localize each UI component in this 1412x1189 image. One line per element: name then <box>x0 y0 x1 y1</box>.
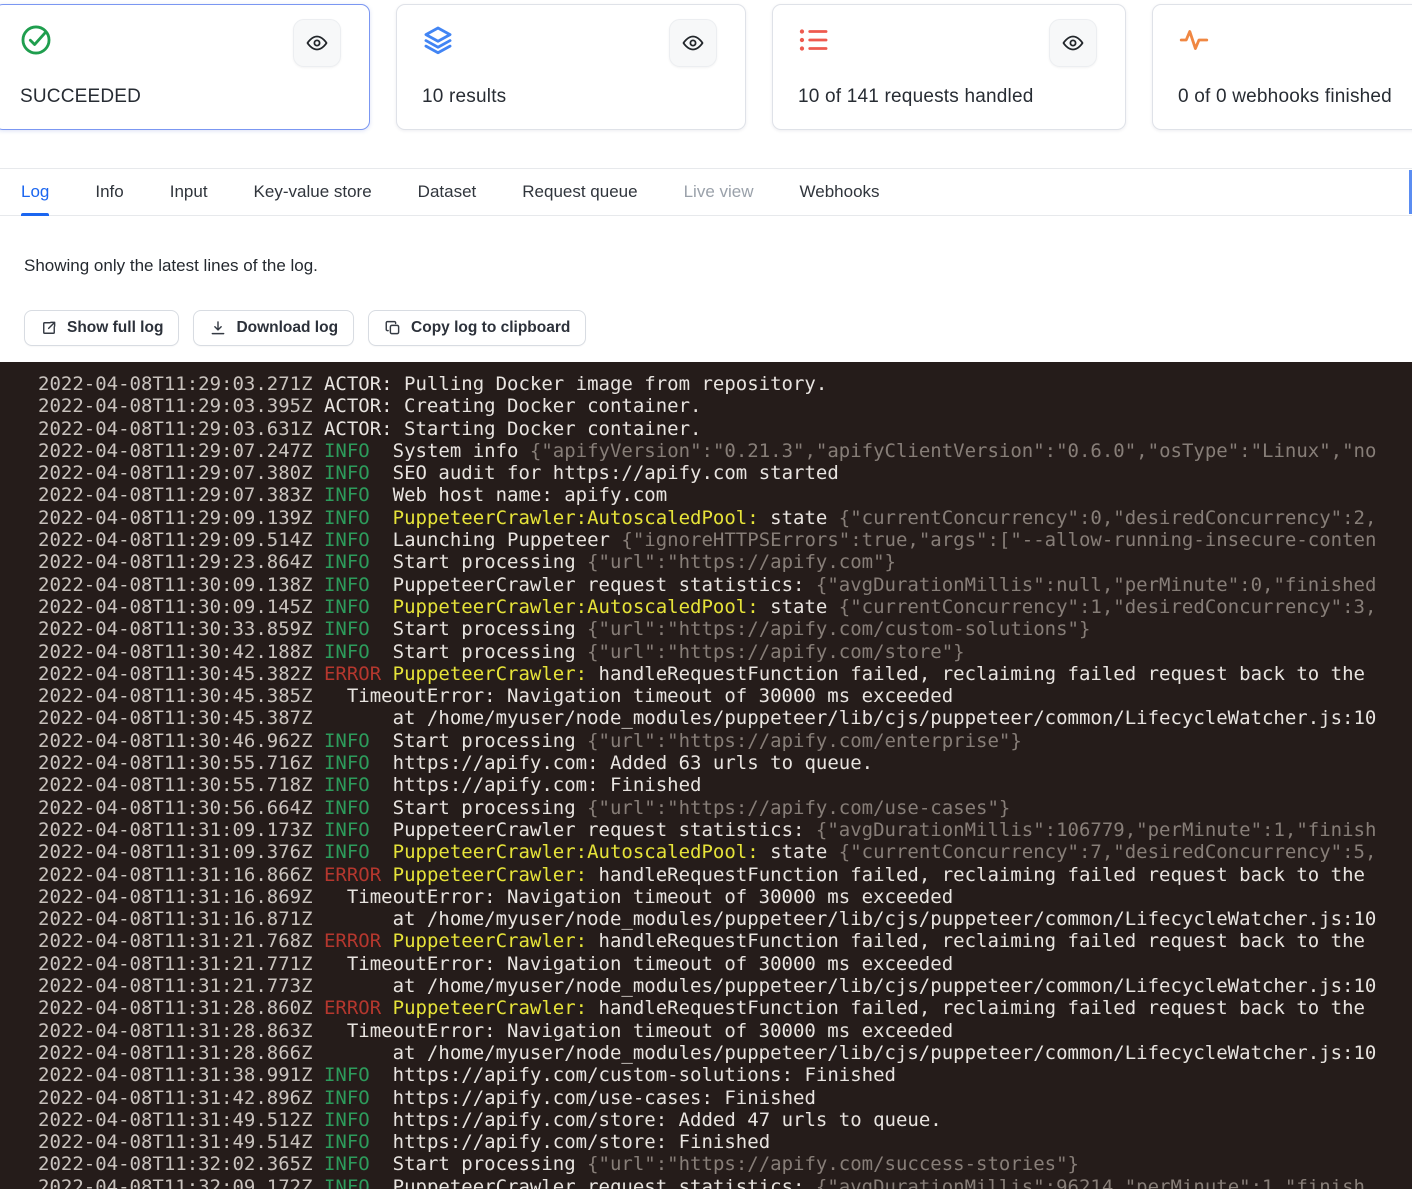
eye-icon <box>1061 31 1085 55</box>
external-link-icon <box>40 319 58 337</box>
tab-info[interactable]: Info <box>95 169 123 215</box>
log-line: 2022-04-08T11:30:45.385Z TimeoutError: N… <box>38 685 1412 707</box>
stat-card-10-of-141-requests-handled[interactable]: 10 of 141 requests handled <box>772 4 1126 130</box>
log-line: 2022-04-08T11:30:45.387Z at /home/myuser… <box>38 707 1412 729</box>
run-stat-cards: SUCCEEDED 10 results 10 of 141 requests ha… <box>0 4 1412 130</box>
run-tab-bar: Log Info Input Key-value store Dataset Reques… <box>0 168 1412 216</box>
log-line: 2022-04-08T11:31:21.768Z ERROR Puppeteer… <box>38 930 1412 952</box>
log-line: 2022-04-08T11:30:55.718Z INFO https://ap… <box>38 774 1412 796</box>
log-line: 2022-04-08T11:30:56.664Z INFO Start proc… <box>38 797 1412 819</box>
stat-card-label: SUCCEEDED <box>20 86 141 108</box>
log-line: 2022-04-08T11:31:16.866Z ERROR Puppeteer… <box>38 864 1412 886</box>
log-line: 2022-04-08T11:30:09.145Z INFO PuppeteerC… <box>38 596 1412 618</box>
log-line: 2022-04-08T11:29:03.631Z ACTOR: Starting… <box>38 418 1412 440</box>
log-line: 2022-04-08T11:31:28.863Z TimeoutError: N… <box>38 1020 1412 1042</box>
eye-icon <box>305 31 329 55</box>
log-line: 2022-04-08T11:30:46.962Z INFO Start proc… <box>38 730 1412 752</box>
stat-card-10-results[interactable]: 10 results <box>396 4 746 130</box>
log-line: 2022-04-08T11:30:55.716Z INFO https://ap… <box>38 752 1412 774</box>
tab-dataset[interactable]: Dataset <box>418 169 477 215</box>
log-line: 2022-04-08T11:31:38.991Z INFO https://ap… <box>38 1064 1412 1086</box>
show-full-log-button[interactable]: Show full log <box>24 310 179 346</box>
log-line: 2022-04-08T11:29:03.395Z ACTOR: Creating… <box>38 395 1412 417</box>
log-line: 2022-04-08T11:31:49.512Z INFO https://ap… <box>38 1109 1412 1131</box>
download-icon <box>209 319 227 337</box>
log-action-buttons: Show full log Download log Copy log to cli… <box>24 310 586 346</box>
stat-card-0-of-0-webhooks-finished[interactable]: 0 of 0 webhooks finished <box>1152 4 1412 130</box>
log-truncation-notice: Showing only the latest lines of the log… <box>24 256 318 276</box>
download-log-button[interactable]: Download log <box>193 310 354 346</box>
log-line: 2022-04-08T11:30:45.382Z ERROR Puppeteer… <box>38 663 1412 685</box>
log-console[interactable]: 2022-04-08T11:29:03.271Z ACTOR: Pulling … <box>0 362 1412 1189</box>
log-line: 2022-04-08T11:30:33.859Z INFO Start proc… <box>38 618 1412 640</box>
preview-eye-button[interactable] <box>1049 19 1097 67</box>
log-line: 2022-04-08T11:32:09.172Z INFO PuppeteerC… <box>38 1176 1412 1189</box>
log-line: 2022-04-08T11:29:07.383Z INFO Web host n… <box>38 484 1412 506</box>
log-line: 2022-04-08T11:32:02.365Z INFO Start proc… <box>38 1153 1412 1175</box>
log-line: 2022-04-08T11:31:28.860Z ERROR Puppeteer… <box>38 997 1412 1019</box>
tab-webhooks[interactable]: Webhooks <box>800 169 880 215</box>
log-line: 2022-04-08T11:31:28.866Z at /home/myuser… <box>38 1042 1412 1064</box>
log-line: 2022-04-08T11:29:03.271Z ACTOR: Pulling … <box>38 373 1412 395</box>
log-line: 2022-04-08T11:31:09.376Z INFO PuppeteerC… <box>38 841 1412 863</box>
log-line: 2022-04-08T11:31:16.871Z at /home/myuser… <box>38 908 1412 930</box>
log-line: 2022-04-08T11:31:16.869Z TimeoutError: N… <box>38 886 1412 908</box>
preview-eye-button[interactable] <box>293 19 341 67</box>
log-line: 2022-04-08T11:31:21.773Z at /home/myuser… <box>38 975 1412 997</box>
layers-icon <box>421 23 455 57</box>
tab-live-view: Live view <box>684 169 754 215</box>
stat-card-label: 0 of 0 webhooks finished <box>1178 86 1392 108</box>
stat-card-label: 10 results <box>422 86 506 108</box>
eye-icon <box>681 31 705 55</box>
log-line: 2022-04-08T11:29:09.139Z INFO PuppeteerC… <box>38 507 1412 529</box>
log-line: 2022-04-08T11:29:07.380Z INFO SEO audit … <box>38 462 1412 484</box>
log-line: 2022-04-08T11:29:07.247Z INFO System inf… <box>38 440 1412 462</box>
log-line: 2022-04-08T11:31:21.771Z TimeoutError: N… <box>38 953 1412 975</box>
button-label: Show full log <box>67 319 163 337</box>
tab-request-queue[interactable]: Request queue <box>522 169 637 215</box>
log-line: 2022-04-08T11:29:09.514Z INFO Launching … <box>38 529 1412 551</box>
stat-card-succeeded[interactable]: SUCCEEDED <box>0 4 370 130</box>
log-line: 2022-04-08T11:31:42.896Z INFO https://ap… <box>38 1087 1412 1109</box>
tab-input[interactable]: Input <box>170 169 208 215</box>
button-label: Download log <box>236 319 338 337</box>
log-line: 2022-04-08T11:30:09.138Z INFO PuppeteerC… <box>38 574 1412 596</box>
activity-icon <box>1177 23 1211 57</box>
stat-card-label: 10 of 141 requests handled <box>798 86 1034 108</box>
log-line: 2022-04-08T11:31:49.514Z INFO https://ap… <box>38 1131 1412 1153</box>
preview-eye-button[interactable] <box>669 19 717 67</box>
tab-log[interactable]: Log <box>21 169 49 215</box>
log-line: 2022-04-08T11:31:09.173Z INFO PuppeteerC… <box>38 819 1412 841</box>
copy-icon <box>384 319 402 337</box>
check-circle-icon <box>19 23 53 57</box>
log-line: 2022-04-08T11:30:42.188Z INFO Start proc… <box>38 641 1412 663</box>
log-line: 2022-04-08T11:29:23.864Z INFO Start proc… <box>38 551 1412 573</box>
tab-key-value-store[interactable]: Key-value store <box>254 169 372 215</box>
button-label: Copy log to clipboard <box>411 319 570 337</box>
list-icon <box>797 23 831 57</box>
copy-log-to-clipboard-button[interactable]: Copy log to clipboard <box>368 310 586 346</box>
